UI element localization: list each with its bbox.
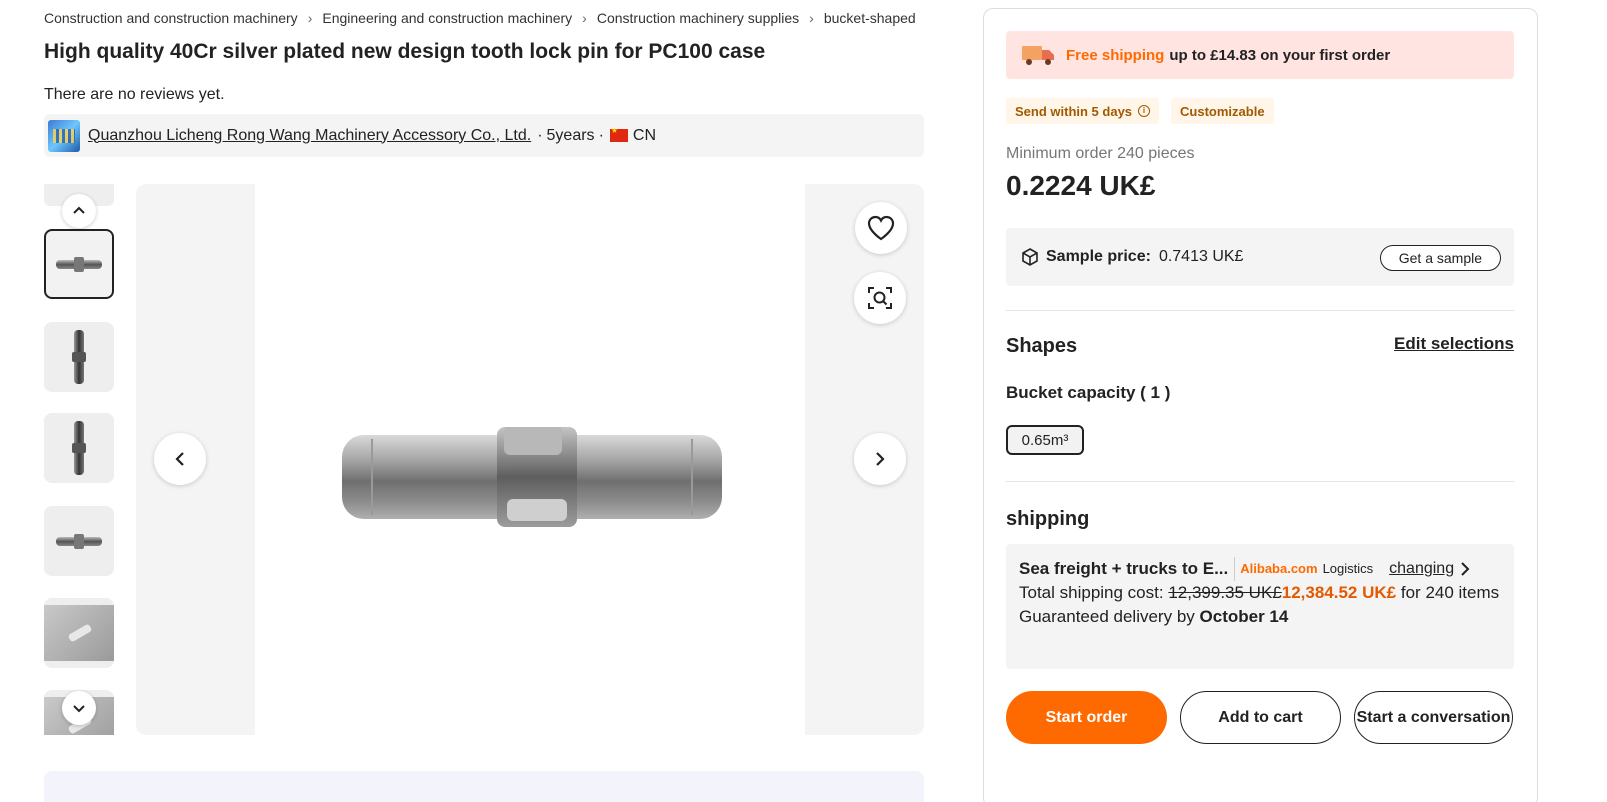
shipping-method: Sea freight + trucks to E... <box>1019 559 1229 578</box>
alibaba-logo: Alibaba.com <box>1234 557 1318 581</box>
delivery-date: October 14 <box>1199 607 1289 626</box>
breadcrumb-item-construction[interactable]: Construction and construction machinery <box>44 10 298 26</box>
chevron-right-icon: › <box>582 10 587 26</box>
delivery-row: Guaranteed delivery by October 14 <box>1019 605 1501 629</box>
change-shipping-link[interactable]: changing <box>1389 557 1454 581</box>
tag-dispatch: Send within 5 days i <box>1006 98 1160 124</box>
free-shipping-banner: Free shipping up to £14.83 on your first… <box>1006 31 1514 79</box>
pin-image <box>72 421 86 475</box>
shipping-heading: shipping <box>1006 508 1090 530</box>
minimum-order: Minimum order 240 pieces <box>1006 145 1195 162</box>
pin-image <box>72 330 86 384</box>
bucket-option-chip[interactable]: 0.65m³ <box>1006 425 1084 455</box>
shipping-box: Sea freight + trucks to E... Alibaba.com… <box>1006 544 1514 669</box>
start-conversation-button[interactable]: Start a conversation <box>1354 691 1513 744</box>
edit-selections-link[interactable]: Edit selections <box>1394 334 1514 354</box>
truck-icon <box>1022 46 1054 65</box>
previous-image-button[interactable] <box>154 433 206 485</box>
visual-search-icon <box>868 287 892 309</box>
get-sample-button[interactable]: Get a sample <box>1379 245 1501 271</box>
thumbnail-4[interactable] <box>44 506 114 576</box>
divider <box>1006 310 1514 311</box>
main-image-viewer <box>136 184 924 735</box>
thumbnail-3[interactable] <box>44 413 114 483</box>
box-icon <box>1022 248 1038 266</box>
shipping-cost-row: Total shipping cost: 12,399.35 UK£12,384… <box>1019 581 1501 605</box>
shapes-heading: Shapes <box>1006 335 1078 357</box>
info-icon[interactable]: i <box>1138 105 1151 117</box>
chevron-down-icon <box>73 705 85 713</box>
thumbnail-scroll-down-button[interactable] <box>62 691 96 725</box>
chevron-right-icon[interactable] <box>1460 561 1470 577</box>
pin-image <box>56 533 102 549</box>
chevron-right-icon: › <box>307 10 313 26</box>
china-flag-icon <box>609 126 628 142</box>
sample-price-label: Sample price: <box>1046 248 1151 265</box>
product-tags: Send within 5 days i Customizable <box>1006 98 1274 124</box>
breadcrumb: Construction and construction machinery … <box>44 8 916 28</box>
thumbnail-scroll-up-button[interactable] <box>62 194 96 228</box>
action-buttons: Start order Add to cart Start a conversa… <box>1006 691 1513 744</box>
chevron-up-icon <box>73 206 85 214</box>
supplier-logo <box>48 119 80 152</box>
visual-search-button[interactable] <box>854 272 906 324</box>
thumbnail-strip <box>44 184 114 735</box>
thumbnail-1[interactable] <box>44 229 114 299</box>
chevron-left-icon <box>175 452 184 466</box>
shipping-cost-label: Total shipping cost: <box>1019 583 1164 602</box>
supplier-name-link[interactable]: Quanzhou Licheng Rong Wang Machinery Acc… <box>88 127 531 145</box>
chevron-right-icon <box>876 452 885 466</box>
reviews-text: There are no reviews yet. <box>44 86 225 103</box>
add-to-cart-button[interactable]: Add to cart <box>1180 691 1341 744</box>
shipping-new-cost: 12,384.52 UK£ <box>1281 583 1397 602</box>
breadcrumb-item-engineering[interactable]: Engineering and construction machinery <box>322 10 572 26</box>
heart-icon <box>867 215 895 241</box>
supplier-bar: Quanzhou Licheng Rong Wang Machinery Acc… <box>44 114 924 157</box>
photo-image <box>44 605 114 661</box>
shipping-old-cost: 12,399.35 UK£ <box>1168 583 1282 602</box>
favorite-button[interactable] <box>855 202 907 254</box>
promo-highlight: Free shipping <box>1066 46 1165 64</box>
bottom-section-strip <box>44 771 924 802</box>
pin-image <box>56 256 102 272</box>
unit-price: 0.2224 UK£ <box>1006 170 1156 201</box>
tag-customizable: Customizable <box>1171 98 1274 124</box>
order-panel <box>983 8 1538 802</box>
sample-price-value: 0.7413 UK£ <box>1158 248 1244 265</box>
chevron-right-icon: › <box>809 10 814 26</box>
breadcrumb-item-bucket[interactable]: bucket-shaped <box>824 10 916 26</box>
promo-text: up to £14.83 on your first order <box>1169 46 1391 64</box>
shipping-for: for <box>1400 583 1421 602</box>
shipping-method-row: Sea freight + trucks to E... Alibaba.com… <box>1019 557 1501 581</box>
logistics-label: Logistics <box>1322 561 1374 576</box>
product-title: High quality 40Cr silver plated new desi… <box>44 40 766 63</box>
sample-price-box: Sample price: 0.7413 UK£ Get a sample <box>1006 228 1514 286</box>
product-image <box>342 427 722 527</box>
thumbnail-5[interactable] <box>44 598 114 668</box>
next-image-button[interactable] <box>854 433 906 485</box>
divider <box>1006 481 1514 482</box>
breadcrumb-item-supplies[interactable]: Construction machinery supplies <box>597 10 799 26</box>
delivery-label: Guaranteed delivery by <box>1019 607 1195 626</box>
shipping-items: 240 items <box>1425 583 1500 602</box>
start-order-button[interactable]: Start order <box>1006 691 1167 744</box>
supplier-country: CN <box>632 126 656 144</box>
thumbnail-2[interactable] <box>44 322 114 392</box>
supplier-years: 5years <box>546 126 595 144</box>
bucket-capacity-heading: Bucket capacity ( 1 ) <box>1006 383 1171 402</box>
